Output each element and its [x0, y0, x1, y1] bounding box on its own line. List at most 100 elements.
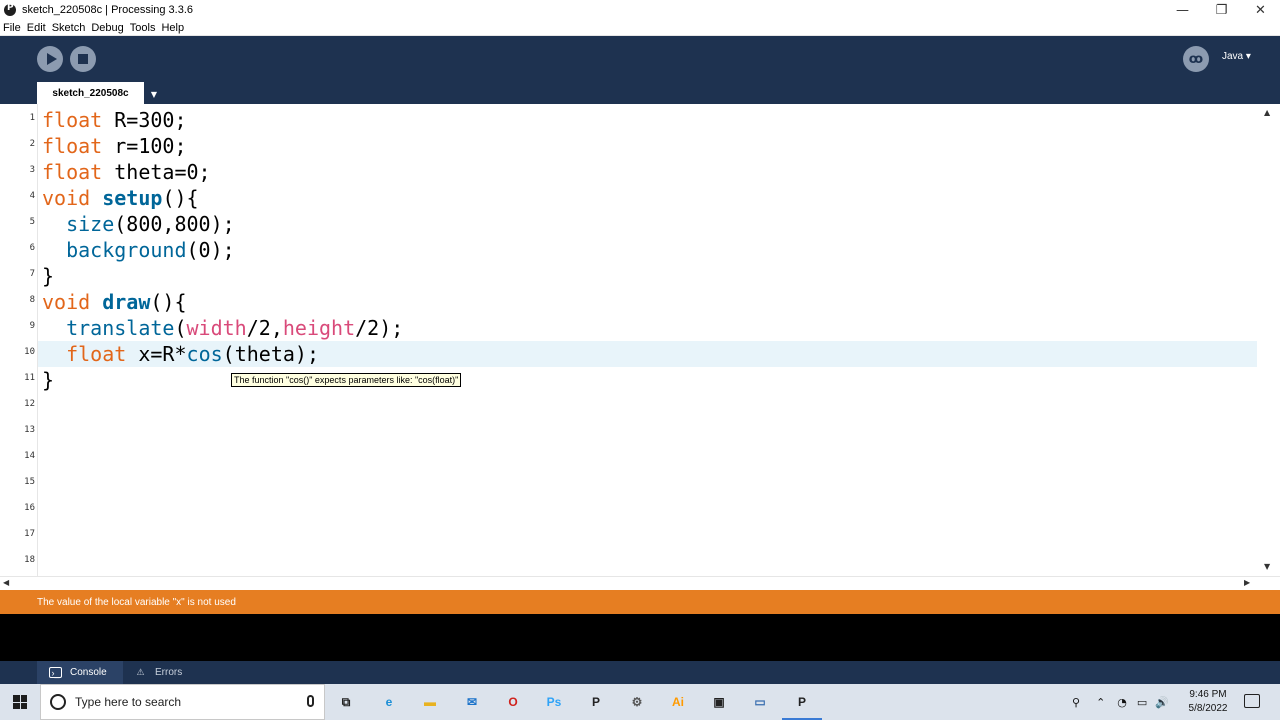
- run-button[interactable]: [37, 46, 63, 72]
- photoshop-icon[interactable]: Ps: [543, 691, 565, 713]
- tab-console[interactable]: ›_ Console: [37, 661, 123, 684]
- tab-row: sketch_220508c ▼: [0, 82, 1280, 104]
- close-button[interactable]: ✕: [1241, 0, 1280, 20]
- scroll-up-icon[interactable]: ▲: [1264, 108, 1270, 117]
- code-token: draw: [102, 290, 151, 314]
- code-line: float R=300;: [42, 107, 187, 133]
- line-number: 3: [29, 165, 35, 175]
- status-message: The value of the local variable "x" is n…: [37, 596, 236, 608]
- title-bar: sketch_220508c | Processing 3.3.6 — ❐ ✕: [0, 0, 1280, 20]
- vertical-scrollbar[interactable]: ▲ ▼: [1257, 104, 1280, 576]
- battery-icon[interactable]: ▭: [1137, 696, 1147, 709]
- horizontal-scrollbar[interactable]: ◀ ▶: [0, 576, 1280, 590]
- tab-sketch[interactable]: sketch_220508c: [37, 82, 144, 104]
- app-window-icon[interactable]: ▭: [749, 691, 771, 713]
- line-number: 13: [24, 425, 35, 435]
- code-token: height: [282, 316, 356, 340]
- line-number: 5: [29, 217, 35, 227]
- code-token: theta=0;: [102, 160, 211, 184]
- line-number: 14: [24, 451, 35, 461]
- menu-file[interactable]: File: [3, 22, 21, 34]
- processing-logo-icon: [4, 3, 16, 16]
- menu-sketch[interactable]: Sketch: [52, 22, 86, 34]
- code-token: }: [42, 264, 55, 288]
- store-icon[interactable]: ▣: [708, 691, 730, 713]
- code-line: background(0);: [42, 237, 235, 263]
- stop-icon: [78, 54, 88, 64]
- notifications-icon[interactable]: [1244, 694, 1260, 708]
- clock-date: 5/8/2022: [1188, 703, 1228, 714]
- menu-edit[interactable]: Edit: [27, 22, 46, 34]
- line-number: 10: [24, 347, 35, 357]
- code-token: r=100;: [102, 134, 187, 158]
- code-token: x=R*: [126, 342, 187, 366]
- scroll-right-icon[interactable]: ▶: [1244, 578, 1250, 587]
- microphone-icon[interactable]: [307, 695, 314, 707]
- code-token: float: [42, 134, 103, 158]
- processing-active-icon[interactable]: P: [782, 691, 822, 720]
- tab-console-label: Console: [70, 667, 107, 678]
- file-explorer-icon[interactable]: ▬: [419, 691, 441, 713]
- system-tray: ⚲ ⌃ ◔ ▭ 🔊: [1072, 684, 1169, 720]
- butterfly-icon: ꝏ: [1188, 51, 1204, 67]
- menu-tools[interactable]: Tools: [130, 22, 156, 34]
- mail-icon[interactable]: ✉: [461, 691, 483, 713]
- code-token: setup: [102, 186, 163, 210]
- line-number: 17: [24, 529, 35, 539]
- windows-start-icon[interactable]: [13, 695, 27, 709]
- show-hidden-icons-icon[interactable]: ⌃: [1096, 696, 1105, 709]
- line-number: 8: [29, 295, 35, 305]
- tab-errors[interactable]: ⚠ Errors: [134, 661, 214, 684]
- minimize-button[interactable]: —: [1163, 0, 1202, 20]
- code-line: }: [42, 367, 54, 393]
- code-token: width: [186, 316, 247, 340]
- stop-button[interactable]: [70, 46, 96, 72]
- mode-selector[interactable]: Java ▾: [1222, 51, 1251, 62]
- line-number: 7: [29, 269, 35, 279]
- code-line: translate(width/2,height/2);: [42, 315, 403, 341]
- code-line: void draw(){: [42, 289, 187, 315]
- code-line: void setup(){: [42, 185, 199, 211]
- scroll-down-icon[interactable]: ▼: [1264, 562, 1270, 571]
- wifi-icon[interactable]: ◔: [1117, 696, 1127, 709]
- line-number: 4: [29, 191, 35, 201]
- line-number: 6: [29, 243, 35, 253]
- line-number: 12: [24, 399, 35, 409]
- menu-debug[interactable]: Debug: [91, 22, 123, 34]
- taskbar-search[interactable]: Type here to search: [40, 684, 325, 720]
- task-view-icon[interactable]: ⧉: [335, 691, 357, 713]
- processing-icon[interactable]: P: [585, 691, 607, 713]
- code-line: float theta=0;: [42, 159, 211, 185]
- menu-help[interactable]: Help: [161, 22, 184, 34]
- scroll-left-icon[interactable]: ◀: [3, 578, 9, 587]
- window-controls: — ❐ ✕: [1163, 0, 1280, 20]
- code-token: float: [42, 108, 103, 132]
- illustrator-icon[interactable]: Ai: [667, 691, 689, 713]
- tab-menu-arrow-icon[interactable]: ▼: [146, 86, 162, 102]
- line-number: 16: [24, 503, 35, 513]
- maximize-button[interactable]: ❐: [1202, 0, 1241, 20]
- taskbar-clock[interactable]: 9:46 PM 5/8/2022: [1180, 688, 1236, 716]
- people-icon[interactable]: ⚲: [1072, 696, 1080, 709]
- code-token: (800,800);: [114, 212, 235, 236]
- line-number: 2: [29, 139, 35, 149]
- cortana-icon: [50, 694, 66, 710]
- code-token: float: [42, 160, 103, 184]
- clock-time: 9:46 PM: [1189, 689, 1227, 700]
- debugger-button[interactable]: ꝏ: [1183, 46, 1209, 72]
- volume-icon[interactable]: 🔊: [1155, 696, 1169, 709]
- code-token: cos: [186, 342, 223, 366]
- search-placeholder: Type here to search: [75, 695, 182, 709]
- edge-icon[interactable]: e: [378, 691, 400, 713]
- tab-errors-label: Errors: [155, 667, 183, 678]
- code-editor[interactable]: float R=300; float r=100; float theta=0; vo…: [37, 104, 1258, 576]
- console-output[interactable]: [0, 614, 1280, 661]
- settings-app-icon[interactable]: ⚙: [626, 691, 648, 713]
- code-line: }: [42, 263, 54, 289]
- opera-icon[interactable]: O: [502, 691, 524, 713]
